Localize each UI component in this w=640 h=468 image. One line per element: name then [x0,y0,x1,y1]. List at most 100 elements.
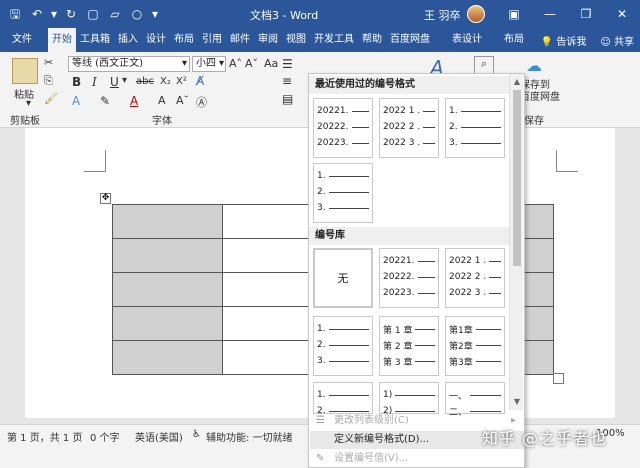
library-numbering-tile[interactable]: 一、 二、 [445,382,505,418]
table-cell[interactable] [111,204,224,239]
tile-line-label: 2. [449,122,458,132]
grow-font-icon[interactable]: A˄ [229,57,242,70]
library-numbering-tile[interactable]: 1. 2. [313,382,373,416]
tab-table-design[interactable]: 表设计 [448,28,486,52]
crop-mark [556,150,578,172]
scroll-thumb[interactable] [513,90,521,266]
table-cell[interactable] [111,306,224,341]
list-level-icon: ☰ [316,415,325,426]
bold-icon[interactable]: B [72,75,81,89]
table-cell[interactable] [111,340,224,375]
baidu-netdisk-icon[interactable]: ☁ [526,56,546,76]
tab-layout[interactable]: 布局 [170,28,198,52]
numbering-none-tile[interactable]: 无 [313,248,373,308]
customize-qat-icon[interactable]: ▾ [150,5,160,23]
set-numbering-value-item[interactable]: ✎ 设置编号值(V)... [310,450,524,468]
tell-me[interactable]: 💡 告诉我 [541,33,587,48]
shrink-font-icon[interactable]: A˅ [245,57,258,70]
tab-review[interactable]: 审阅 [254,28,282,52]
superscript-icon[interactable]: X² [176,76,187,87]
shading-icon[interactable]: ▤ [282,92,293,106]
bullets-icon[interactable]: ☰ [282,57,293,71]
tab-help[interactable]: 帮助 [358,28,386,52]
tile-line-label: 20222. [383,272,415,282]
tab-table-layout[interactable]: 布局 [500,28,528,52]
font-size-box[interactable]: 小四 ▾ [192,56,226,72]
character-shading-icon[interactable]: A [158,94,166,107]
table-cell[interactable] [111,238,224,273]
tab-developer[interactable]: 开发工具 [310,28,358,52]
copy-icon[interactable]: ⎘ [44,74,53,88]
font-group-label: 字体 [152,116,172,127]
dropdown-scrollbar[interactable]: ▲ ▼ [509,74,523,410]
underline-icon[interactable]: U [110,75,119,89]
italic-icon[interactable]: I [92,75,97,89]
scroll-down-icon[interactable]: ▼ [510,396,524,408]
numbering-library-header: 编号库 [309,227,509,245]
undo-icon[interactable]: ↶ [28,5,46,23]
tab-toolbox[interactable]: 工具箱 [76,28,114,52]
restore-icon[interactable]: ❐ [568,0,604,28]
table-move-handle[interactable]: ✥ [100,193,111,204]
recent-numbering-tile[interactable]: 1. 2. 3. [445,98,505,158]
library-numbering-tile[interactable]: 20221. 20222. 20223. [379,248,439,308]
library-numbering-tile[interactable]: 第 1 章 第 2 章 第 3 章 [379,316,439,376]
clear-formatting-icon[interactable]: A̸ [196,74,204,88]
tab-mailings[interactable]: 邮件 [226,28,254,52]
recent-numbering-tile[interactable]: 1. 2. 3. [313,163,373,223]
accessibility-status[interactable]: 辅助功能: 一切就绪 [206,429,293,444]
open-folder-icon[interactable]: ▱ [106,5,124,23]
recent-numbering-tile[interactable]: 2022 1 . 2022 2 . 2022 3 . [379,98,439,158]
circle-shape-icon[interactable]: ○ [128,5,146,23]
close-icon[interactable]: ✕ [604,0,640,28]
tab-baidu-netdisk[interactable]: 百度网盘 [386,28,434,52]
tab-design[interactable]: 设计 [142,28,170,52]
save-icon[interactable]: 🖫 [6,5,24,23]
subscript-icon[interactable]: X₂ [160,76,171,87]
share-button[interactable]: ☺ 共享 [600,33,634,48]
phonetic-guide-icon[interactable]: A˘ [176,94,189,107]
tile-line-label: 20221. [317,106,349,116]
tab-view[interactable]: 视图 [282,28,310,52]
save-to-baidu-label[interactable]: 保存到 百度网盘 [520,80,560,104]
word-count[interactable]: 0 个字 [90,429,120,444]
text-effects-icon[interactable]: A [72,94,80,108]
enclose-characters-icon[interactable]: Ⓐ [196,94,207,110]
minimize-icon[interactable]: — [532,0,568,28]
clipboard-icon[interactable] [12,58,38,84]
font-name-box[interactable]: 等线 (西文正文) ▾ [68,56,190,72]
table-cell[interactable] [111,272,224,307]
user-name[interactable]: 王 羽卒 [424,7,461,23]
library-numbering-tile[interactable]: 第1章 第2章 第3章 [445,316,505,376]
tab-references[interactable]: 引用 [198,28,226,52]
tab-home[interactable]: 开始 [48,28,76,52]
align-left-icon[interactable]: ≡ [282,74,292,88]
scroll-up-icon[interactable]: ▲ [510,76,524,88]
library-numbering-tile[interactable]: 2022 1 . 2022 2 . 2022 3 . [445,248,505,308]
recent-numbering-tile[interactable]: 20221. 20222. 20223. [313,98,373,158]
ribbon-display-icon[interactable]: ▣ [496,0,532,28]
strikethrough-icon[interactable]: abc [136,76,154,87]
watermark: 知乎 @之乎者也 [482,429,608,448]
tile-line-label: 3. [449,138,458,148]
tab-insert[interactable]: 插入 [114,28,142,52]
library-numbering-tile[interactable]: 1. 2. 3. [313,316,373,376]
language[interactable]: 英语(美国) [135,429,183,444]
library-numbering-tile[interactable]: 1) 2) [379,382,439,416]
redo-icon[interactable]: ↻ [62,5,80,23]
format-painter-icon[interactable]: 🖌 [44,92,58,105]
chevron-down-icon[interactable]: ▾ [26,98,31,109]
tile-line-label: 第1章 [449,325,473,336]
cut-icon[interactable]: ✂ [44,56,53,69]
table-resize-handle[interactable] [553,373,564,384]
change-case-icon[interactable]: Aa [264,57,278,70]
chevron-down-icon[interactable]: ▾ [122,75,127,86]
tab-file[interactable]: 文件 [0,28,48,52]
undo-dropdown-icon[interactable]: ▾ [50,5,58,23]
new-document-icon[interactable]: ▢ [84,5,102,23]
page-count[interactable]: 第 1 页，共 1 页 [7,429,82,444]
search-icon[interactable]: ⌕ [474,56,494,74]
highlight-icon[interactable]: ✎ [100,94,110,108]
font-color-icon[interactable]: A [130,94,138,108]
avatar[interactable] [467,5,485,23]
